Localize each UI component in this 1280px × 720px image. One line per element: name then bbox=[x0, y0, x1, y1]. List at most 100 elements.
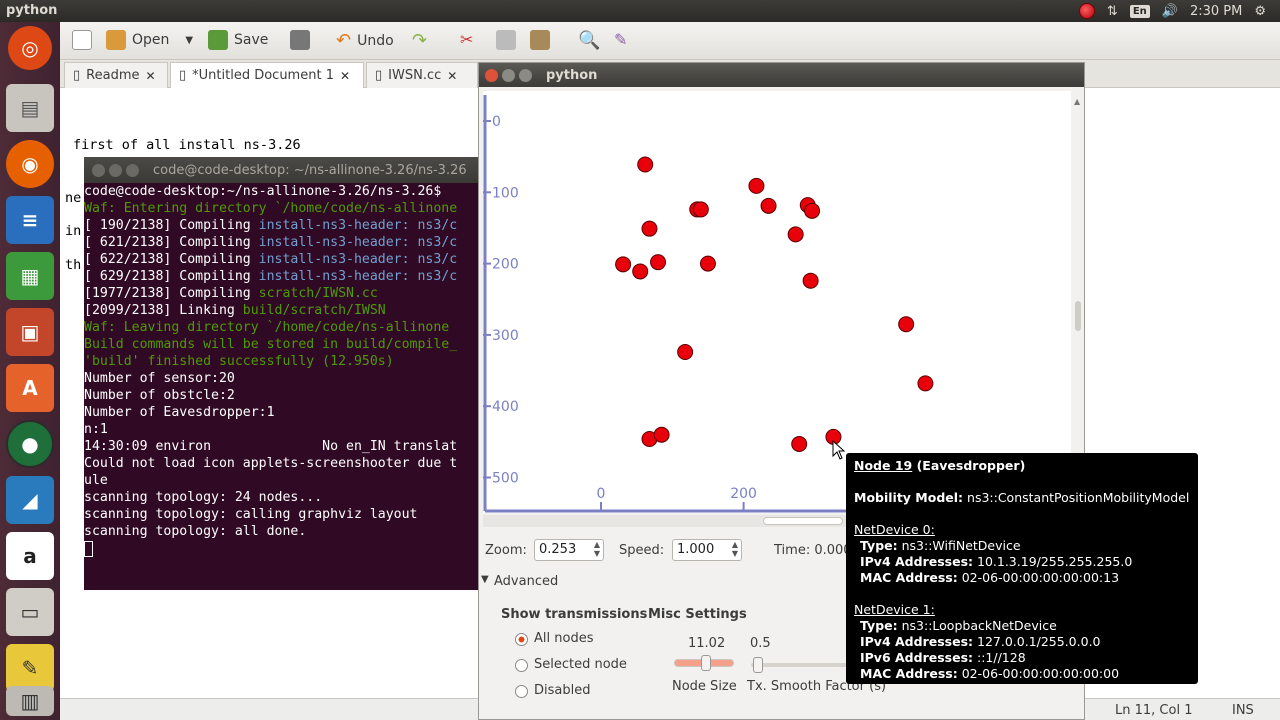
editor-line: ne bbox=[65, 190, 82, 206]
netdevice-1-heading: NetDevice 1: bbox=[854, 602, 935, 617]
maximize-icon[interactable] bbox=[126, 163, 139, 177]
tooltip-title: Node 19 (Eavesdropper) bbox=[854, 458, 1026, 473]
workspace-switcher-icon[interactable]: ▥ bbox=[6, 686, 54, 716]
tab-untitled-document[interactable]: ▯ *Untitled Document 1 ✕ bbox=[170, 62, 364, 88]
close-icon[interactable]: ✕ bbox=[340, 69, 350, 83]
speed-spinbox[interactable]: 1.000 ▲ ▼ bbox=[672, 539, 742, 561]
terminal-line: Number of Eavesdropper:1 bbox=[84, 405, 275, 420]
print-icon[interactable] bbox=[290, 30, 310, 50]
new-document-icon[interactable] bbox=[72, 30, 92, 50]
save-icon bbox=[208, 30, 228, 50]
tooltip-row: IPv6 Addresses: ::1//128 bbox=[860, 650, 1026, 665]
undo-arrow-icon: ↶ bbox=[336, 30, 352, 51]
tooltip-row: MAC Address: 02-06-00:00:00:00:00:13 bbox=[860, 570, 1120, 585]
editor-line: first of all install ns-3.26 bbox=[73, 137, 301, 153]
slider-handle[interactable] bbox=[701, 655, 711, 671]
minimize-icon[interactable] bbox=[109, 163, 122, 177]
node-size-label: Node Size bbox=[672, 679, 737, 694]
record-indicator-icon[interactable] bbox=[1078, 3, 1095, 19]
files-icon[interactable]: ▤ bbox=[6, 84, 54, 132]
node-point bbox=[791, 435, 808, 452]
volume-icon[interactable]: 🔊 bbox=[1162, 4, 1178, 19]
tab-readme[interactable]: ▯ Readme ✕ bbox=[64, 62, 168, 88]
amazon-icon[interactable]: a bbox=[6, 532, 54, 580]
clock[interactable]: 2:30 PM bbox=[1190, 4, 1242, 19]
firefox-icon[interactable]: ◉ bbox=[6, 140, 54, 188]
terminal-icon[interactable]: ▭ bbox=[6, 588, 54, 636]
radio-selected-node[interactable] bbox=[515, 659, 528, 672]
advanced-expander[interactable]: Advanced bbox=[494, 574, 558, 589]
top-panel: python ⇅ En 🔊 2:30 PM ⚙ bbox=[0, 0, 1280, 22]
writer-icon[interactable]: ≡ bbox=[6, 196, 54, 244]
radio-label: Disabled bbox=[534, 683, 591, 698]
settings-gear-icon[interactable]: ⚙ bbox=[1254, 4, 1266, 19]
node-point bbox=[917, 375, 934, 392]
tooltip-row: MAC Address: 02-06-00:00:00:00:00:00 bbox=[860, 666, 1120, 681]
cursor-position: Ln 11, Col 1 bbox=[1115, 703, 1193, 718]
chevron-down-icon[interactable]: ▼ bbox=[185, 35, 193, 46]
speed-label: Speed: bbox=[619, 543, 665, 558]
node-point bbox=[699, 255, 716, 272]
globe-icon[interactable]: ● bbox=[6, 420, 54, 468]
wireshark-icon[interactable]: ◢ bbox=[6, 476, 54, 524]
node-point bbox=[653, 426, 670, 443]
keyboard-layout-indicator[interactable]: En bbox=[1129, 4, 1150, 18]
copy-icon[interactable] bbox=[496, 30, 516, 50]
node-point bbox=[802, 272, 819, 289]
editor-line: th bbox=[65, 257, 82, 273]
topology-canvas[interactable]: 0 100 200 300 400 500 0 200 bbox=[483, 91, 1071, 513]
network-icon[interactable]: ⇅ bbox=[1107, 4, 1118, 19]
software-center-icon[interactable]: A bbox=[6, 364, 54, 412]
tooltip-row: Type: ns3::LoopbackNetDevice bbox=[860, 618, 1057, 633]
radio-label: All nodes bbox=[534, 631, 594, 646]
gedit-toolbar: Open ▼ Save ↶ Undo ↷ ✂ 🔍 ✎ bbox=[60, 22, 1280, 60]
radio-label: Selected node bbox=[534, 657, 627, 672]
close-icon[interactable]: ✕ bbox=[145, 69, 155, 83]
node-point bbox=[637, 156, 654, 173]
terminal-line: scanning topology: calling graphviz layo… bbox=[84, 507, 418, 522]
node-point bbox=[650, 254, 667, 271]
radio-disabled[interactable] bbox=[515, 685, 528, 698]
python-titlebar[interactable]: python bbox=[479, 63, 1084, 87]
terminal-line: [1977/2138] Compiling scratch/IWSN.cc bbox=[84, 286, 378, 301]
undo-button[interactable]: ↶ Undo bbox=[336, 30, 394, 51]
y-tick-label: 200 bbox=[492, 257, 519, 273]
cut-icon[interactable]: ✂ bbox=[460, 30, 473, 49]
redo-arrow-icon[interactable]: ↷ bbox=[412, 30, 427, 51]
radio-all-nodes[interactable] bbox=[515, 633, 528, 646]
node-point bbox=[615, 256, 632, 273]
node-point bbox=[898, 316, 915, 333]
node-size-slider[interactable] bbox=[674, 655, 734, 671]
vertical-scrollbar[interactable]: ▲ bbox=[1072, 91, 1084, 513]
terminal-line: Could not load icon applets-screenshoote… bbox=[84, 456, 458, 471]
open-button[interactable]: Open ▼ bbox=[106, 30, 193, 50]
time-readout: Time: 0.000 bbox=[774, 543, 852, 558]
node-size-value: 11.02 bbox=[688, 636, 726, 651]
maximize-icon[interactable] bbox=[519, 68, 532, 82]
save-button[interactable]: Save bbox=[208, 30, 268, 50]
close-icon[interactable] bbox=[485, 68, 498, 82]
minimize-icon[interactable] bbox=[502, 68, 515, 82]
slider-handle[interactable] bbox=[753, 657, 763, 673]
node-point bbox=[641, 220, 658, 237]
expander-arrow-icon[interactable]: ▼ bbox=[481, 574, 489, 585]
window-title: python bbox=[546, 67, 598, 83]
tab-iwsn-cc[interactable]: ▯ IWSN.cc ✕ bbox=[366, 62, 478, 88]
active-app-title: python bbox=[6, 3, 58, 18]
dash-home-icon[interactable]: ◎ bbox=[8, 26, 52, 70]
terminal-titlebar[interactable]: code@code-desktop: ~/ns-allinone-3.26/ns… bbox=[84, 157, 480, 183]
terminal-window[interactable]: code@code-desktop: ~/ns-allinone-3.26/ns… bbox=[84, 157, 480, 590]
close-icon[interactable] bbox=[92, 163, 105, 177]
editor-line: in bbox=[65, 223, 82, 239]
zoom-spinbox[interactable]: 0.253 ▲ ▼ bbox=[534, 539, 604, 561]
paste-icon[interactable] bbox=[530, 30, 550, 50]
calc-icon[interactable]: ▦ bbox=[6, 252, 54, 300]
text-editor-icon[interactable]: ✎ bbox=[6, 644, 54, 692]
mobility-model-row: Mobility Model: ns3::ConstantPositionMob… bbox=[854, 490, 1190, 505]
close-icon[interactable]: ✕ bbox=[447, 69, 457, 83]
smooth-factor-slider[interactable] bbox=[751, 657, 847, 673]
search-icon[interactable]: 🔍 bbox=[578, 30, 600, 51]
node-info-tooltip: Node 19 (Eavesdropper) Mobility Model: n… bbox=[846, 453, 1198, 684]
impress-icon[interactable]: ▣ bbox=[6, 308, 54, 356]
replace-icon[interactable]: ✎ bbox=[614, 30, 627, 49]
